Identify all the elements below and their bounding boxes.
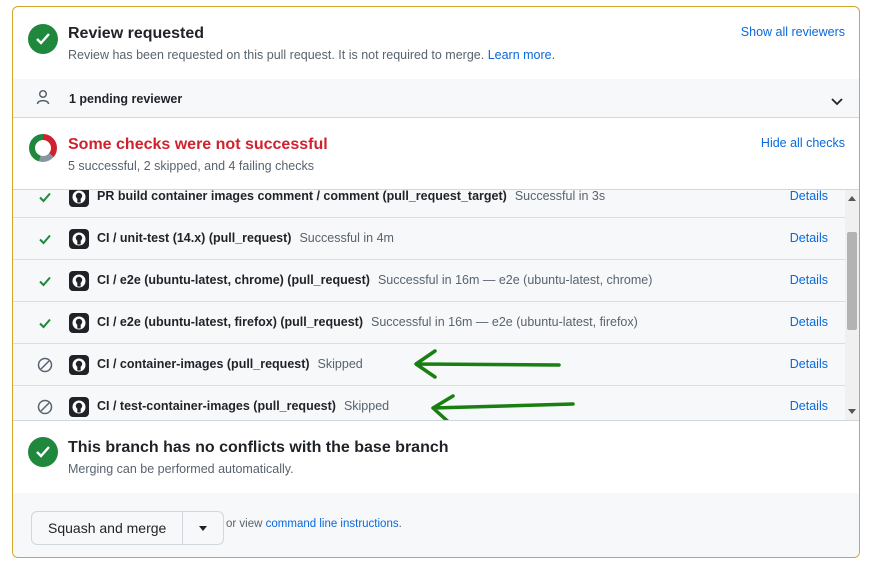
checks-list[interactable]: PR build container images comment / comm…: [13, 190, 859, 421]
checks-ring-icon: [28, 133, 58, 168]
show-all-reviewers-link[interactable]: Show all reviewers: [741, 25, 845, 39]
merge-options-button[interactable]: [183, 512, 223, 544]
merge-actions: Squash and merge or view command line in…: [13, 493, 859, 557]
pending-reviewer-row[interactable]: 1 pending reviewer: [13, 79, 859, 118]
pending-reviewer-label: 1 pending reviewer: [69, 92, 183, 106]
branch-title: This branch has no conflicts with the ba…: [68, 439, 449, 456]
scroll-down-icon[interactable]: [848, 409, 856, 414]
checks-subtitle: 5 successful, 2 skipped, and 4 failing c…: [68, 159, 314, 173]
review-title: Review requested: [68, 25, 205, 42]
scroll-thumb[interactable]: [847, 232, 857, 330]
merge-box: Review requested Review has been request…: [12, 6, 860, 558]
merge-button-group: Squash and merge: [31, 511, 225, 545]
review-section: Review requested Review has been request…: [13, 7, 859, 80]
review-subtitle-text: Review has been requested on this pull r…: [68, 48, 485, 62]
check-circle-icon: [28, 24, 58, 54]
chevron-down-icon[interactable]: [831, 93, 843, 111]
scroll-up-icon[interactable]: [848, 196, 856, 201]
caret-down-icon: [199, 526, 208, 531]
period-text: .: [398, 518, 402, 530]
checks-title: Some checks were not successful: [68, 136, 328, 153]
command-line-instructions-link[interactable]: command line instructions: [266, 518, 399, 530]
merge-instructions: or view command line instructions.: [226, 518, 402, 530]
learn-more-link[interactable]: Learn more.: [488, 48, 555, 62]
branch-status: This branch has no conflicts with the ba…: [13, 421, 859, 494]
checks-scrollbar[interactable]: [845, 190, 859, 420]
or-view-text: or view: [226, 518, 263, 530]
squash-and-merge-button[interactable]: Squash and merge: [32, 512, 184, 544]
check-circle-icon: [28, 437, 58, 467]
person-icon: [36, 89, 50, 110]
annotation-arrow: [431, 394, 575, 420]
checks-summary: Some checks were not successful 5 succes…: [13, 117, 859, 190]
branch-subtitle: Merging can be performed automatically.: [68, 462, 294, 476]
annotation-arrows: [414, 349, 575, 420]
annotation-arrow: [414, 349, 561, 379]
review-subtitle: Review has been requested on this pull r…: [68, 48, 555, 62]
hide-all-checks-link[interactable]: Hide all checks: [761, 136, 845, 150]
